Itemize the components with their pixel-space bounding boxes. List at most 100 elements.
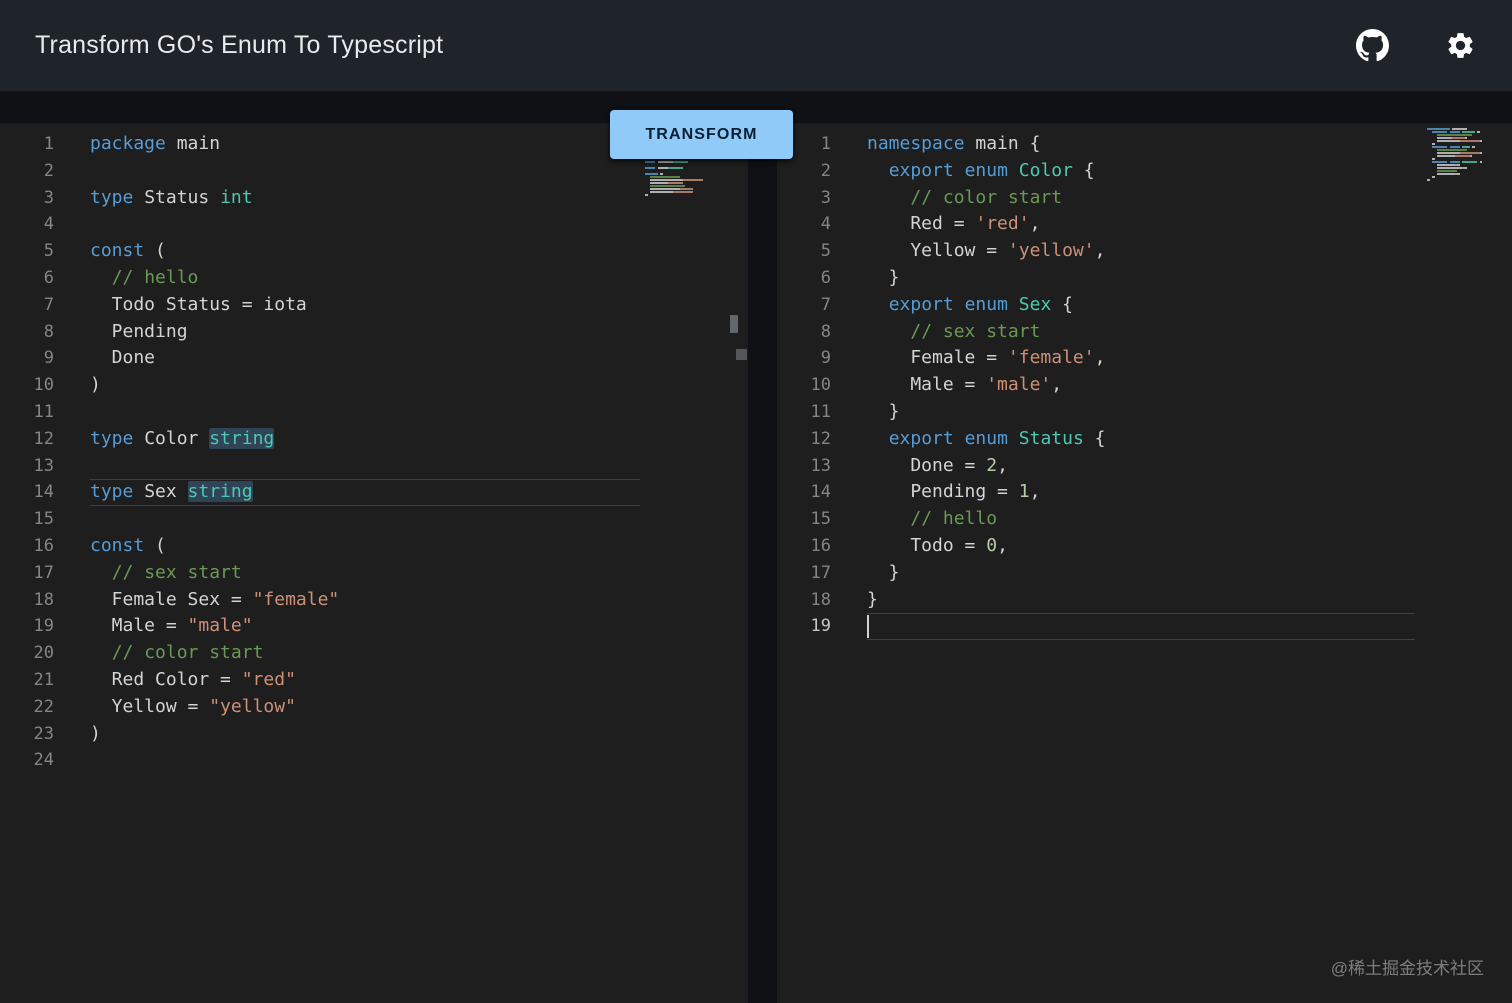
- code-line[interactable]: 11: [0, 399, 748, 426]
- code-line[interactable]: 21 Red Color = "red": [0, 667, 748, 694]
- line-number[interactable]: 5: [0, 238, 62, 265]
- line-number[interactable]: 2: [0, 158, 62, 185]
- line-number[interactable]: 14: [0, 479, 62, 506]
- code-line[interactable]: 5 Yellow = 'yellow',: [777, 238, 1512, 265]
- gear-icon: [1448, 33, 1473, 58]
- go-source-editor[interactable]: 1 package main 2 3 type Status int 4 5 const (6…: [0, 123, 748, 1003]
- code-line[interactable]: 18}: [777, 587, 1512, 614]
- code-line[interactable]: 12 export enum Status {: [777, 426, 1512, 453]
- code-line[interactable]: 16 Todo = 0,: [777, 533, 1512, 560]
- overview-ruler-mark: [730, 315, 738, 333]
- code-line[interactable]: 3 // color start: [777, 185, 1512, 212]
- github-icon: [1356, 29, 1389, 62]
- watermark: @稀土掘金技术社区: [1330, 959, 1484, 978]
- line-number[interactable]: 7: [0, 292, 62, 319]
- code-line[interactable]: 12 type Color string: [0, 426, 748, 453]
- code-line[interactable]: 5 const (: [0, 238, 748, 265]
- line-number[interactable]: 19: [777, 613, 839, 640]
- line-number[interactable]: 13: [777, 453, 839, 480]
- line-number[interactable]: 21: [0, 667, 62, 694]
- header-actions: [1356, 29, 1476, 62]
- settings-button[interactable]: [1445, 30, 1476, 61]
- code-line[interactable]: 2 export enum Color {: [777, 158, 1512, 185]
- code-line[interactable]: 2: [0, 158, 748, 185]
- code-line[interactable]: 19 Male = "male": [0, 613, 748, 640]
- line-number[interactable]: 8: [0, 319, 62, 346]
- line-number[interactable]: 22: [0, 694, 62, 721]
- code-line[interactable]: 9 Done: [0, 345, 748, 372]
- code-line[interactable]: 9 Female = 'female',: [777, 345, 1512, 372]
- code-line[interactable]: 1 namespace main {: [777, 131, 1512, 158]
- code-line[interactable]: 7 Todo Status = iota: [0, 292, 748, 319]
- line-number[interactable]: 15: [777, 506, 839, 533]
- line-number[interactable]: 10: [0, 372, 62, 399]
- line-number[interactable]: 15: [0, 506, 62, 533]
- line-number[interactable]: 13: [0, 453, 62, 480]
- code-line[interactable]: 13 Done = 2,: [777, 453, 1512, 480]
- code-line[interactable]: 18 Female Sex = "female": [0, 587, 748, 614]
- code-line[interactable]: 14 type Sex string: [0, 479, 748, 506]
- code-line[interactable]: 20 // color start: [0, 640, 748, 667]
- line-number[interactable]: 3: [777, 185, 839, 212]
- code-line[interactable]: 4 Red = 'red',: [777, 211, 1512, 238]
- line-number[interactable]: 1: [0, 131, 62, 158]
- code-line[interactable]: 6 }: [777, 265, 1512, 292]
- line-number[interactable]: 18: [777, 587, 839, 614]
- line-number[interactable]: 6: [0, 265, 62, 292]
- code-line[interactable]: 14 Pending = 1,: [777, 479, 1512, 506]
- line-number[interactable]: 14: [777, 479, 839, 506]
- line-number[interactable]: 11: [0, 399, 62, 426]
- line-number[interactable]: 20: [0, 640, 62, 667]
- line-number[interactable]: 4: [777, 211, 839, 238]
- code-line[interactable]: 17 }: [777, 560, 1512, 587]
- line-number[interactable]: 11: [777, 399, 839, 426]
- line-number[interactable]: 17: [0, 560, 62, 587]
- line-number[interactable]: 8: [777, 319, 839, 346]
- code-line[interactable]: 3 type Status int: [0, 185, 748, 212]
- transform-button[interactable]: TRANSFORM: [610, 110, 793, 159]
- code-line[interactable]: 8 Pending: [0, 319, 748, 346]
- code-line[interactable]: 13: [0, 453, 748, 480]
- code-line[interactable]: 4: [0, 211, 748, 238]
- line-number[interactable]: 16: [0, 533, 62, 560]
- line-number[interactable]: 3: [0, 185, 62, 212]
- code-line[interactable]: 24: [0, 747, 748, 774]
- line-number[interactable]: 6: [777, 265, 839, 292]
- page-title: Transform GO's Enum To Typescript: [35, 31, 444, 59]
- github-button[interactable]: [1356, 29, 1389, 62]
- code-line[interactable]: 15 // hello: [777, 506, 1512, 533]
- line-number[interactable]: 18: [0, 587, 62, 614]
- code-line[interactable]: 16 const (: [0, 533, 748, 560]
- main-area: 1 package main 2 3 type Status int 4 5 const (6…: [0, 91, 1512, 1003]
- line-number[interactable]: 9: [777, 345, 839, 372]
- line-number[interactable]: 7: [777, 292, 839, 319]
- code-line[interactable]: 11 }: [777, 399, 1512, 426]
- code-line[interactable]: 19: [777, 613, 1512, 640]
- minimap[interactable]: [1427, 128, 1505, 185]
- line-number[interactable]: 4: [0, 211, 62, 238]
- line-number[interactable]: 12: [0, 426, 62, 453]
- line-number[interactable]: 17: [777, 560, 839, 587]
- code-line[interactable]: 10): [0, 372, 748, 399]
- line-number[interactable]: 24: [0, 747, 62, 774]
- line-number[interactable]: 23: [0, 721, 62, 748]
- typescript-output-editor[interactable]: 1 namespace main {2 export enum Color {3 …: [777, 123, 1512, 1003]
- editor-divider: [748, 123, 777, 1003]
- text-cursor: [867, 615, 869, 639]
- code-line[interactable]: 7 export enum Sex {: [777, 292, 1512, 319]
- code-line[interactable]: 23): [0, 721, 748, 748]
- line-number[interactable]: 5: [777, 238, 839, 265]
- line-number[interactable]: 2: [777, 158, 839, 185]
- line-number[interactable]: 10: [777, 372, 839, 399]
- line-number[interactable]: 9: [0, 345, 62, 372]
- line-number[interactable]: 19: [0, 613, 62, 640]
- code-line[interactable]: 15: [0, 506, 748, 533]
- code-line[interactable]: 8 // sex start: [777, 319, 1512, 346]
- code-line[interactable]: 17 // sex start: [0, 560, 748, 587]
- code-line[interactable]: 10 Male = 'male',: [777, 372, 1512, 399]
- code-line[interactable]: 6 // hello: [0, 265, 748, 292]
- line-number[interactable]: 12: [777, 426, 839, 453]
- code-line[interactable]: 22 Yellow = "yellow": [0, 694, 748, 721]
- app-header: Transform GO's Enum To Typescript: [0, 0, 1512, 91]
- line-number[interactable]: 16: [777, 533, 839, 560]
